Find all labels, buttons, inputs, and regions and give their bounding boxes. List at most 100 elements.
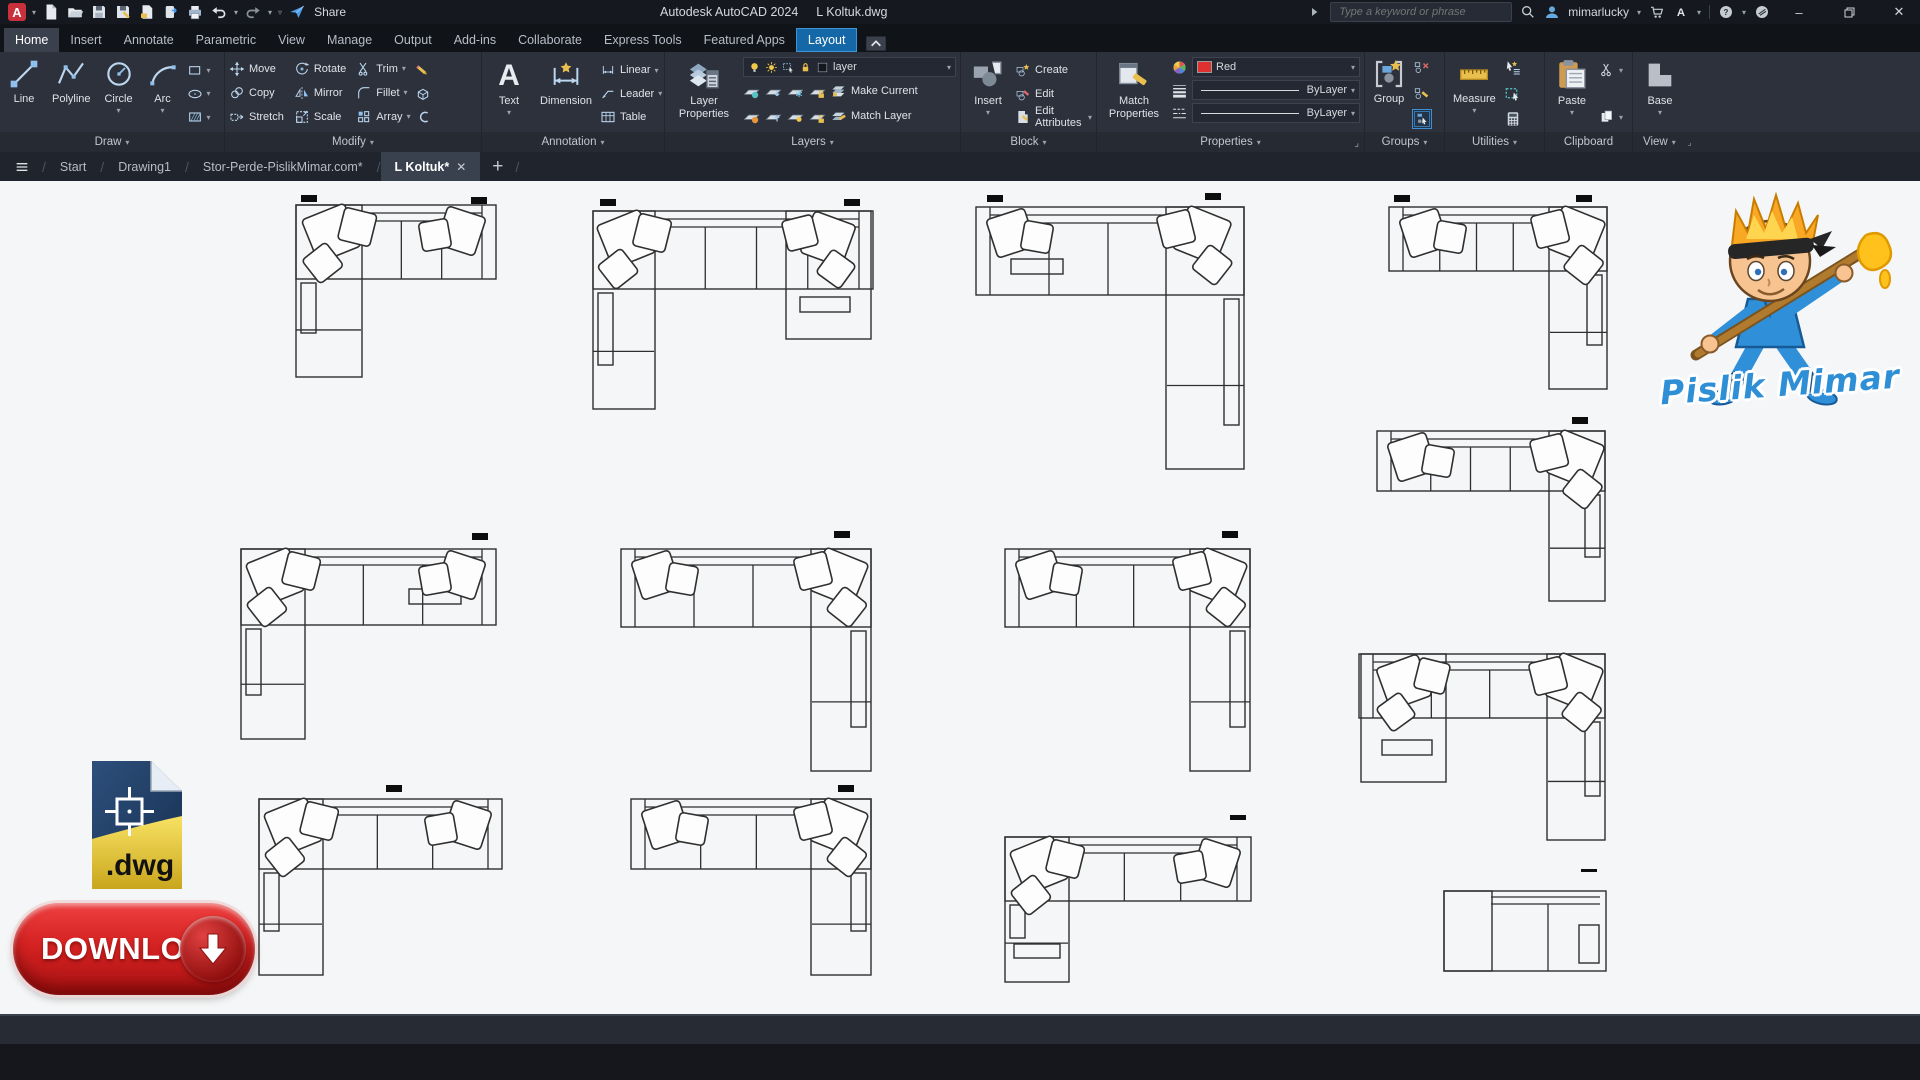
user-avatar-icon[interactable]	[1544, 4, 1560, 20]
layer-lock-icon[interactable]	[809, 83, 826, 100]
match-properties-button[interactable]: Match Properties	[1101, 57, 1167, 130]
erase-button[interactable]	[415, 60, 431, 82]
sofa-block-drawing-1[interactable]	[295, 183, 499, 386]
sofa-block-drawing-7[interactable]	[620, 527, 874, 780]
publish-icon[interactable]	[162, 3, 180, 21]
autodesk-menu-caret-icon[interactable]: ▾	[1697, 8, 1701, 17]
trim-button[interactable]: Trim▾	[356, 58, 410, 80]
close-button[interactable]: ✕	[1878, 0, 1920, 24]
new-drawing-tab-button[interactable]: +	[480, 156, 515, 178]
match-layer-button[interactable]: Match Layer	[831, 105, 912, 127]
sofa-block-drawing-6[interactable]	[240, 527, 499, 748]
lineweight-dropdown[interactable]: ByLayer ▾	[1192, 80, 1360, 100]
base-button[interactable]: Base ▾	[1637, 57, 1683, 130]
feedback-icon[interactable]	[1754, 4, 1770, 20]
sofa-block-drawing-2[interactable]	[592, 189, 876, 418]
layer-dropdown[interactable]: layer ▾	[743, 57, 956, 77]
print-icon[interactable]	[186, 3, 204, 21]
user-menu-caret-icon[interactable]: ▾	[1637, 8, 1641, 17]
panel-label-properties[interactable]: Properties▾	[1097, 132, 1364, 152]
file-tab-stor-perde-pislikmimar-com-[interactable]: Stor-Perde-PislikMimar.com*	[189, 152, 377, 181]
sofa-block-drawing-10[interactable]	[258, 777, 505, 984]
create-block-button[interactable]: Create	[1015, 59, 1092, 81]
ribbon-tab-home[interactable]: Home	[4, 28, 59, 52]
file-tab-start[interactable]: Start	[46, 152, 100, 181]
edit-block-button[interactable]: Edit	[1015, 83, 1092, 105]
layer-isolate-icon[interactable]	[743, 83, 760, 100]
layer-unlock-all-icon[interactable]	[809, 108, 826, 125]
panel-label-clipboard[interactable]: Clipboard	[1545, 132, 1632, 152]
command-line-bar[interactable]	[0, 1014, 1920, 1046]
paste-button[interactable]: Paste ▾	[1549, 57, 1595, 130]
minimize-button[interactable]: –	[1778, 0, 1820, 24]
polyline-button[interactable]: Polyline	[48, 57, 95, 130]
circle-button[interactable]: Circle ▾	[99, 57, 139, 130]
search-collapse-icon[interactable]	[1306, 4, 1322, 20]
save-icon[interactable]	[90, 3, 108, 21]
sofa-block-drawing-8[interactable]	[1004, 527, 1253, 780]
share-icon[interactable]	[288, 3, 306, 21]
file-tab-l-koltuk-[interactable]: L Koltuk*✕	[381, 152, 481, 181]
panel-label-block[interactable]: Block▾	[961, 132, 1096, 152]
group-button[interactable]: Group	[1369, 57, 1409, 130]
redo-icon[interactable]	[244, 3, 262, 21]
explode-button[interactable]	[415, 83, 431, 105]
search-input[interactable]	[1337, 5, 1505, 19]
close-tab-icon[interactable]: ✕	[456, 160, 466, 174]
edit-attributes-button[interactable]: Edit Attributes▾	[1015, 106, 1092, 128]
fillet-button[interactable]: Fillet▾	[356, 82, 410, 104]
layer-freeze-icon[interactable]	[765, 83, 782, 100]
measure-button[interactable]: Measure ▾	[1449, 57, 1500, 130]
make-current-button[interactable]: Make Current	[831, 80, 918, 102]
signed-in-user[interactable]: mimarlucky	[1568, 5, 1629, 19]
copy-button[interactable]: Copy	[229, 82, 284, 104]
save-as-icon[interactable]	[114, 3, 132, 21]
ribbon-tab-insert[interactable]: Insert	[59, 28, 112, 52]
ribbon-collapse-button[interactable]	[863, 30, 889, 50]
layer-off-icon[interactable]	[787, 83, 804, 100]
quick-select-icon[interactable]	[1504, 59, 1522, 77]
rectangle-button[interactable]: ▾	[187, 59, 211, 81]
scale-button[interactable]: Scale	[294, 106, 346, 128]
drawing-canvas[interactable]: Pislik Mimar .dwg	[0, 181, 1920, 1014]
panel-label-utilities[interactable]: Utilities▾	[1445, 132, 1544, 152]
sofa-block-drawing-11[interactable]	[630, 777, 874, 984]
array-button[interactable]: Array▾	[356, 106, 410, 128]
panel-label-modify[interactable]: Modify▾	[225, 132, 481, 152]
linetype-dropdown[interactable]: ByLayer ▾	[1192, 103, 1360, 123]
redo-caret-icon[interactable]: ▾	[268, 8, 272, 17]
new-file-icon[interactable]	[42, 3, 60, 21]
customize-qat-caret-icon[interactable]: ▿	[278, 8, 282, 17]
file-tabs-menu-icon[interactable]	[12, 159, 32, 175]
help-search-box[interactable]	[1330, 2, 1512, 22]
linear-button[interactable]: Linear▾	[600, 59, 662, 81]
search-icon[interactable]	[1520, 4, 1536, 20]
cut-button[interactable]: ▾	[1599, 59, 1623, 81]
text-button[interactable]: A Text ▾	[486, 57, 532, 130]
sofa-block-drawing-4[interactable]	[1388, 185, 1610, 398]
ungroup-icon[interactable]	[1413, 59, 1431, 77]
undo-icon[interactable]	[210, 3, 228, 21]
ribbon-tab-collaborate[interactable]: Collaborate	[507, 28, 593, 52]
plot-icon[interactable]	[138, 3, 156, 21]
ribbon-tab-add-ins[interactable]: Add-ins	[443, 28, 507, 52]
file-tab-drawing1[interactable]: Drawing1	[104, 152, 185, 181]
hatch-button[interactable]: ▾	[187, 106, 211, 128]
undo-caret-icon[interactable]: ▾	[234, 8, 238, 17]
ribbon-tab-view[interactable]: View	[267, 28, 316, 52]
panel-label-groups[interactable]: Groups▾	[1365, 132, 1444, 152]
panel-label-view[interactable]: View▾⌟	[1633, 132, 1920, 152]
ribbon-tab-output[interactable]: Output	[383, 28, 443, 52]
sofa-block-drawing-12[interactable]	[1004, 815, 1254, 991]
table-button[interactable]: Table	[600, 106, 662, 128]
group-selection-toggle-icon[interactable]	[1413, 110, 1431, 128]
sofa-block-drawing-5[interactable]	[1376, 409, 1608, 610]
ribbon-tab-annotate[interactable]: Annotate	[113, 28, 185, 52]
arc-button[interactable]: Arc ▾	[143, 57, 183, 130]
layer-properties-button[interactable]: Layer Properties	[669, 57, 739, 130]
mirror-button[interactable]: Mirror	[294, 82, 346, 104]
help-icon[interactable]: ?	[1718, 4, 1734, 20]
group-edit-icon[interactable]	[1413, 85, 1431, 103]
layer-on-all-icon[interactable]	[787, 108, 804, 125]
ribbon-tab-manage[interactable]: Manage	[316, 28, 383, 52]
